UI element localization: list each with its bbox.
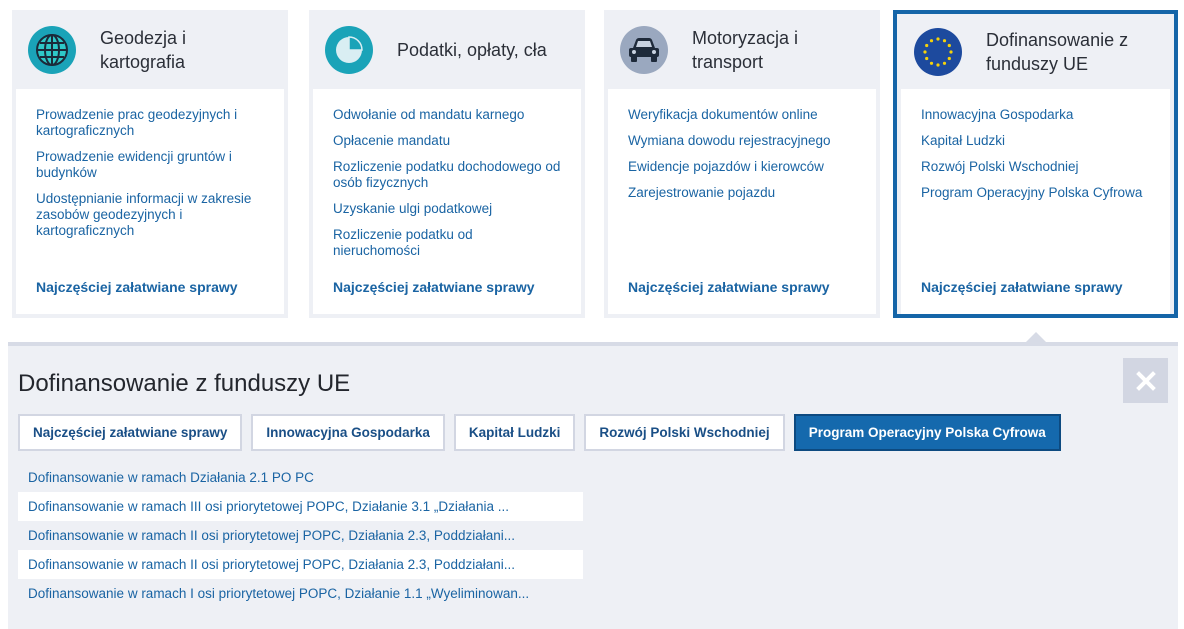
page: Geodezja i kartografia Prowadzenie prac … — [0, 0, 1184, 629]
pie-chart-icon — [325, 25, 373, 74]
card-header[interactable]: Dofinansowanie z funduszy UE — [901, 14, 1170, 89]
category-cards: Geodezja i kartografia Prowadzenie prac … — [12, 10, 1178, 318]
tab-rozwoj-polski-wschodniej[interactable]: Rozwój Polski Wschodniej — [584, 414, 785, 451]
list-item[interactable]: Dofinansowanie w ramach II osi priorytet… — [18, 550, 583, 579]
card-link[interactable]: Wymiana dowodu rejestracyjnego — [628, 133, 856, 149]
card-link[interactable]: Opłacenie mandatu — [333, 133, 561, 149]
card-header[interactable]: Geodezja i kartografia — [16, 10, 284, 89]
card-body: Innowacyjna Gospodarka Kapitał Ludzki Ro… — [901, 89, 1170, 314]
tab-innowacyjna-gospodarka[interactable]: Innowacyjna Gospodarka — [251, 414, 445, 451]
card-dofinansowanie[interactable]: Dofinansowanie z funduszy UE Innowacyjna… — [893, 10, 1178, 318]
most-common-cases-link[interactable]: Najczęściej załatwiane sprawy — [36, 279, 238, 295]
list-item[interactable]: Dofinansowanie w ramach III osi prioryte… — [18, 492, 583, 521]
card-title: Dofinansowanie z funduszy UE — [986, 29, 1129, 74]
card-header[interactable]: Motoryzacja i transport — [608, 10, 876, 89]
most-common-cases-link[interactable]: Najczęściej załatwiane sprawy — [333, 279, 535, 295]
tab-kapital-ludzki[interactable]: Kapitał Ludzki — [453, 414, 576, 451]
tab-polska-cyfrowa[interactable]: Program Operacyjny Polska Cyfrowa — [793, 414, 1061, 451]
card-link[interactable]: Odwołanie od mandatu karnego — [333, 107, 561, 123]
list-item[interactable]: Dofinansowanie w ramach I osi prioryteto… — [18, 579, 583, 608]
card-title: Geodezja i kartografia — [100, 27, 187, 72]
detail-panel: Dofinansowanie z funduszy UE Najczęściej… — [8, 342, 1178, 629]
card-link[interactable]: Prowadzenie ewidencji gruntów i budynków — [36, 149, 264, 181]
card-body: Odwołanie od mandatu karnego Opłacenie m… — [313, 89, 581, 314]
close-icon — [1135, 370, 1156, 391]
card-body: Prowadzenie prac geodezyjnych i kartogra… — [16, 89, 284, 314]
card-title: Podatki, opłaty, cła — [397, 39, 547, 60]
card-link[interactable]: Program Operacyjny Polska Cyfrowa — [921, 185, 1150, 201]
list-item[interactable]: Dofinansowanie w ramach Działania 2.1 PO… — [18, 463, 583, 492]
card-link[interactable]: Prowadzenie prac geodezyjnych i kartogra… — [36, 107, 264, 139]
panel-title: Dofinansowanie z funduszy UE — [18, 370, 351, 397]
card-link[interactable]: Kapitał Ludzki — [921, 133, 1150, 149]
panel-pointer — [1026, 332, 1046, 342]
card-geodezja[interactable]: Geodezja i kartografia Prowadzenie prac … — [12, 10, 288, 318]
tab-najczesciej[interactable]: Najczęściej załatwiane sprawy — [18, 414, 243, 451]
card-link[interactable]: Rozwój Polski Wschodniej — [921, 159, 1150, 175]
list-item[interactable]: Dofinansowanie w ramach II osi priorytet… — [18, 521, 583, 550]
close-button[interactable] — [1123, 358, 1168, 403]
card-title: Motoryzacja i transport — [692, 27, 799, 72]
eu-flag-icon — [914, 27, 962, 76]
result-list: Dofinansowanie w ramach Działania 2.1 PO… — [18, 463, 583, 608]
card-link[interactable]: Innowacyjna Gospodarka — [921, 107, 1150, 123]
card-link[interactable]: Rozliczenie podatku dochodowego od osób … — [333, 159, 561, 191]
card-header[interactable]: Podatki, opłaty, cła — [313, 10, 581, 89]
card-link[interactable]: Zarejestrowanie pojazdu — [628, 185, 856, 201]
card-podatki[interactable]: Podatki, opłaty, cła Odwołanie od mandat… — [309, 10, 585, 318]
card-body: Weryfikacja dokumentów online Wymiana do… — [608, 89, 876, 314]
most-common-cases-link[interactable]: Najczęściej załatwiane sprawy — [921, 279, 1123, 295]
card-link[interactable]: Uzyskanie ulgi podatkowej — [333, 201, 561, 217]
card-link[interactable]: Udostępnianie informacji w zakresie zaso… — [36, 191, 264, 239]
card-motoryzacja[interactable]: Motoryzacja i transport Weryfikacja doku… — [604, 10, 880, 318]
card-link[interactable]: Ewidencje pojazdów i kierowców — [628, 159, 856, 175]
card-link[interactable]: Weryfikacja dokumentów online — [628, 107, 856, 123]
globe-icon — [28, 25, 76, 74]
panel-tabs: Najczęściej załatwiane sprawy Innowacyjn… — [18, 414, 1070, 451]
card-link[interactable]: Rozliczenie podatku od nieruchomości — [333, 227, 561, 259]
most-common-cases-link[interactable]: Najczęściej załatwiane sprawy — [628, 279, 830, 295]
car-icon — [620, 25, 668, 74]
